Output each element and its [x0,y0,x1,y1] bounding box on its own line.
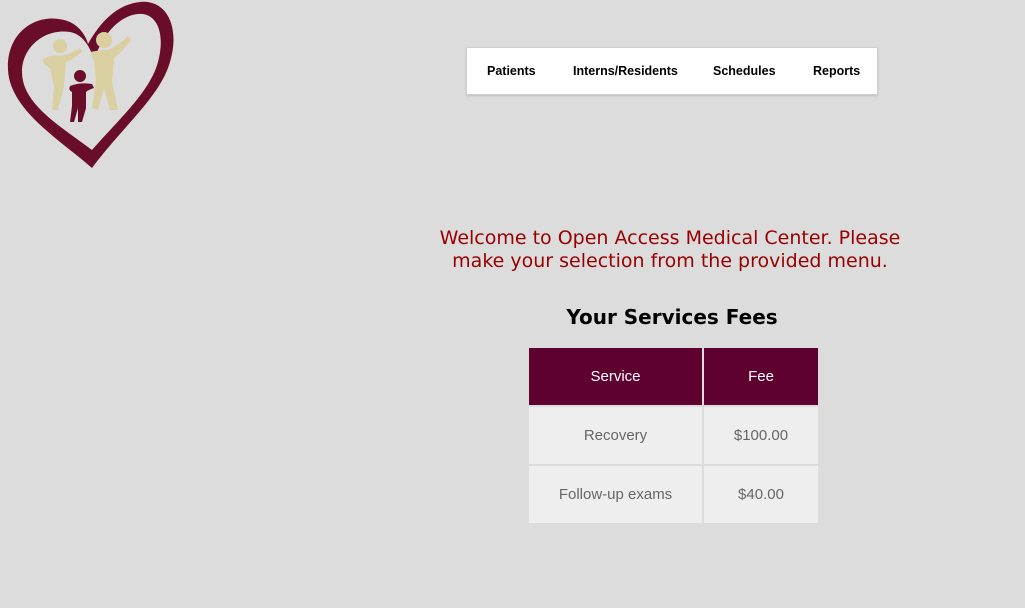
welcome-message: Welcome to Open Access Medical Center. P… [420,227,920,273]
service-cell: Follow-up exams [527,464,704,525]
fee-cell: $100.00 [702,405,820,466]
fees-table-title: Your Services Fees [566,305,778,329]
welcome-line-1: Welcome to Open Access Medical Center. P… [439,227,901,249]
table-header-row: Service Fee [527,346,820,407]
main-menu: Patients Interns/Residents Schedules Rep… [466,47,878,95]
column-header-service: Service [527,346,704,407]
table-row: Recovery $100.00 [527,405,820,466]
service-cell: Recovery [527,405,704,466]
menu-item-reports[interactable]: Reports [813,48,860,94]
fee-cell: $40.00 [702,464,820,525]
welcome-line-2: make your selection from the provided me… [452,250,888,272]
family-heart-logo [0,0,180,172]
heart-logo-icon [7,1,174,169]
column-header-fee: Fee [702,346,820,407]
menu-item-interns-residents[interactable]: Interns/Residents [573,48,678,94]
table-row: Follow-up exams $40.00 [527,464,820,525]
menu-item-patients[interactable]: Patients [487,48,536,94]
menu-item-schedules[interactable]: Schedules [713,48,776,94]
fees-table: Service Fee Recovery $100.00 Follow-up e… [527,346,820,525]
